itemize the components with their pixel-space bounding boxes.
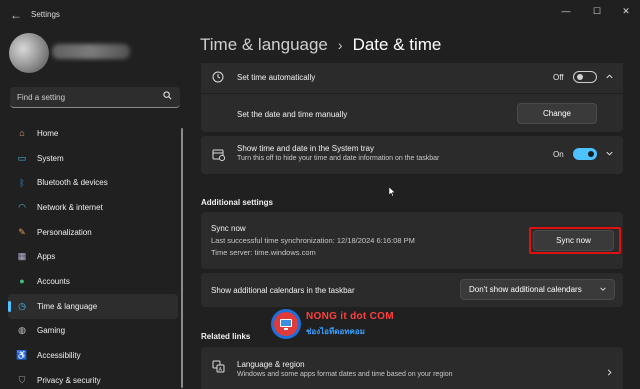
language-region-card[interactable]: A Language & region Windows and some app… (201, 347, 623, 389)
sidebar-item-time-language[interactable]: ◷ Time & language (8, 293, 178, 319)
sidebar-item-label: Privacy & security (37, 375, 101, 385)
home-icon: ⌂ (19, 128, 25, 139)
sidebar-item-label: Personalization (37, 227, 92, 237)
account-name-blurred (52, 44, 130, 59)
related-links-heading: Related links (201, 332, 251, 341)
tray-setting-card: Show time and date in the System tray Tu… (201, 136, 623, 174)
set-manual-label: Set the date and time manually (237, 110, 348, 119)
chevron-down-icon[interactable] (605, 149, 614, 160)
sidebar-item-label: Accounts (37, 276, 70, 286)
search-icon[interactable] (163, 91, 172, 102)
clock-icon (212, 70, 224, 88)
watermark-line2: ช่องไอทีดอทคอม (306, 327, 365, 336)
search-box[interactable] (10, 87, 180, 108)
sidebar-item-privacy-security[interactable]: ⛉ Privacy & security (8, 368, 178, 389)
apps-icon: ▦ (17, 251, 27, 262)
close-button[interactable]: ✕ (612, 4, 640, 18)
calendars-selected: Don't show additional calendars (469, 285, 582, 294)
app-title: Settings (31, 10, 60, 19)
set-time-auto-state: Off (553, 73, 564, 82)
brush-icon: ✎ (18, 226, 26, 237)
highlight-box (529, 227, 621, 254)
sidebar-item-label: Home (37, 128, 59, 138)
tray-label: Show time and date in the System tray (237, 144, 374, 153)
additional-settings-heading: Additional settings (201, 198, 273, 207)
sidebar-item-personalization[interactable]: ✎ Personalization (8, 220, 178, 245)
watermark-line1: NONG it dot COM (306, 311, 394, 322)
chevron-down-icon (599, 285, 607, 295)
language-region-desc: Windows and some apps format dates and t… (237, 371, 453, 378)
calendars-label: Show additional calendars in the taskbar (211, 286, 355, 295)
shield-icon: ⛉ (18, 374, 26, 385)
calendar-clock-icon (212, 148, 226, 166)
tray-state: On (553, 150, 564, 159)
time-server-text: Time server: time.windows.com (211, 248, 316, 257)
divider (201, 93, 623, 94)
sidebar-item-label: Network & internet (37, 202, 103, 212)
watermark-logo: NONG it dot COM ช่องไอทีดอทคอม (270, 308, 420, 340)
person-icon: ● (19, 276, 25, 287)
minimize-button[interactable]: — (552, 4, 580, 18)
calendars-dropdown[interactable]: Don't show additional calendars (460, 279, 615, 300)
bluetooth-icon: ᛒ (19, 177, 25, 188)
wifi-icon: ◠ (18, 201, 26, 212)
sidebar-item-label: Bluetooth & devices (37, 178, 108, 188)
sidebar-item-label: System (37, 153, 64, 163)
arrow-left-icon: ← (10, 8, 22, 22)
breadcrumb: Time & language › Date & time (200, 35, 441, 55)
sidebar-nav: ⌂ Home ▭ System ᛒ Bluetooth & devices ◠ Network… (8, 121, 178, 389)
language-region-label: Language & region (237, 360, 305, 369)
last-sync-text: Last successful time synchronization: 12… (211, 236, 415, 245)
mouse-cursor-icon (388, 184, 396, 202)
sidebar-item-gaming[interactable]: ◍ Gaming (8, 319, 178, 344)
breadcrumb-separator: › (337, 37, 343, 53)
sidebar-item-accessibility[interactable]: ♿ Accessibility (8, 343, 178, 368)
set-time-auto-label: Set time automatically (237, 73, 316, 82)
sidebar-item-label: Time & language (37, 301, 98, 311)
sidebar-item-label: Gaming (37, 326, 66, 336)
breadcrumb-parent[interactable]: Time & language (200, 35, 328, 55)
set-time-auto-toggle[interactable] (573, 71, 597, 83)
sidebar-item-system[interactable]: ▭ System (8, 146, 178, 171)
chevron-right-icon (605, 368, 614, 379)
tray-description: Turn this off to hide your time and date… (237, 155, 440, 162)
sidebar-item-apps[interactable]: ▦ Apps (8, 244, 178, 269)
search-input[interactable] (17, 90, 157, 104)
sidebar-item-label: Accessibility (37, 351, 81, 361)
active-indicator (8, 300, 11, 312)
tray-toggle[interactable] (573, 148, 597, 160)
title-bar: ← Settings — ☐ ✕ (0, 0, 640, 30)
sidebar-item-home[interactable]: ⌂ Home (8, 121, 178, 146)
back-button[interactable]: ← (6, 6, 26, 24)
sync-label: Sync now (211, 224, 246, 233)
page-title: Date & time (352, 35, 442, 54)
sidebar-item-accounts[interactable]: ● Accounts (8, 269, 178, 294)
avatar[interactable] (9, 33, 49, 73)
sidebar-item-label: Apps (37, 252, 56, 262)
sidebar-item-network-internet[interactable]: ◠ Network & internet (8, 195, 178, 220)
chevron-up-icon[interactable] (605, 72, 614, 83)
maximize-button[interactable]: ☐ (583, 4, 611, 18)
controller-icon: ◍ (18, 325, 26, 336)
time-settings-card: Set time automatically Off Set the date … (201, 63, 623, 132)
sidebar-item-bluetooth-devices[interactable]: ᛒ Bluetooth & devices (8, 170, 178, 195)
language-icon: A (212, 360, 225, 378)
monitor-icon: ▭ (17, 152, 27, 163)
change-button[interactable]: Change (517, 103, 597, 124)
accessibility-icon: ♿ (16, 350, 28, 361)
calendars-card: Show additional calendars in the taskbar… (201, 273, 623, 307)
globe-clock-icon: ◷ (18, 300, 26, 311)
sidebar-scrollbar[interactable] (181, 128, 183, 388)
